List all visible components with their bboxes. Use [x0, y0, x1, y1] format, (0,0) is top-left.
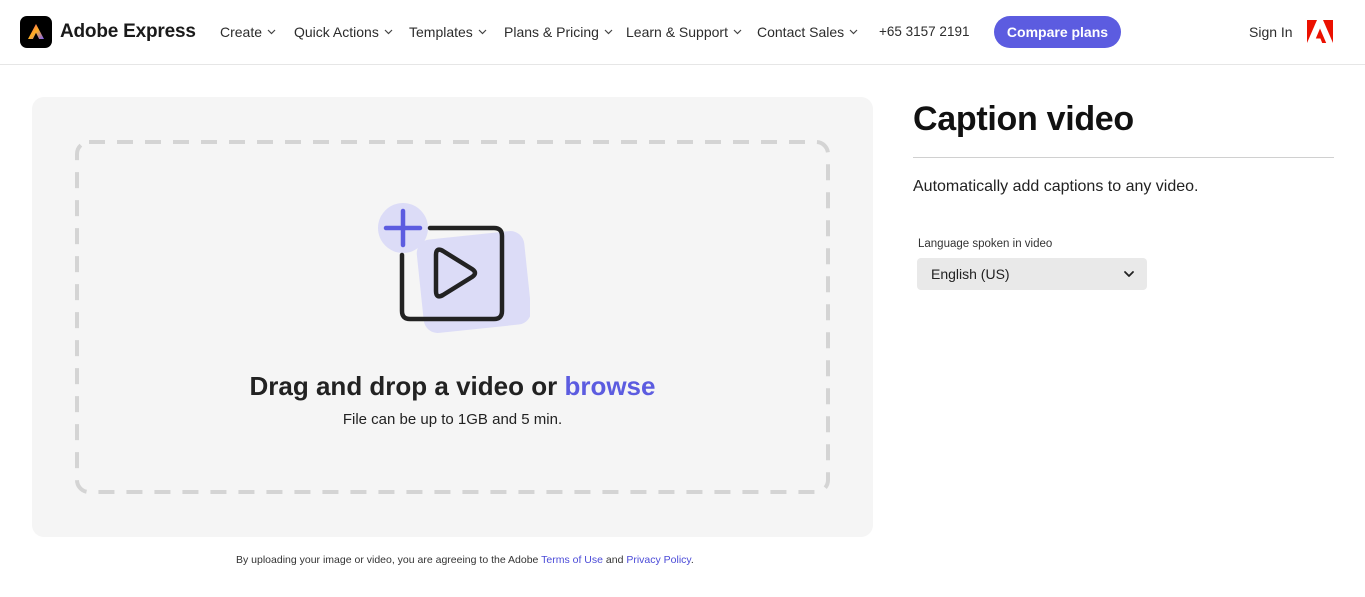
chevron-down-icon: [267, 29, 276, 35]
nav-label: Plans & Pricing: [504, 24, 599, 40]
disclaimer-text: By uploading your image or video, you ar…: [236, 554, 541, 566]
chevron-down-icon: [849, 29, 858, 35]
page-description: Automatically add captions to any video.: [913, 178, 1199, 196]
disclaimer-suffix: .: [691, 554, 694, 566]
chevron-down-icon: [384, 29, 393, 35]
nav-label: Quick Actions: [294, 24, 379, 40]
language-label: Language spoken in video: [918, 238, 1052, 250]
title-divider: [913, 157, 1334, 158]
dropzone-title-text: Drag and drop a video or: [250, 371, 565, 401]
nav-label: Templates: [409, 24, 473, 40]
nav-plans-pricing[interactable]: Plans & Pricing: [504, 24, 613, 40]
disclaimer-and: and: [603, 554, 626, 566]
nav-label: Create: [220, 24, 262, 40]
brand-home-link[interactable]: Adobe Express: [20, 16, 196, 48]
terms-of-use-link[interactable]: Terms of Use: [541, 554, 603, 566]
dropzone-title: Drag and drop a video or browse: [32, 371, 873, 402]
nav-create[interactable]: Create: [220, 24, 276, 40]
phone-number[interactable]: +65 3157 2191: [879, 24, 969, 39]
browse-link[interactable]: browse: [564, 371, 655, 401]
top-navigation-bar: Adobe Express Create Quick Actions Templ…: [0, 0, 1365, 65]
nav-contact-sales[interactable]: Contact Sales: [757, 24, 858, 40]
language-select[interactable]: English (US): [917, 258, 1147, 290]
nav-templates[interactable]: Templates: [409, 24, 487, 40]
nav-quick-actions[interactable]: Quick Actions: [294, 24, 393, 40]
upload-disclaimer: By uploading your image or video, you ar…: [236, 554, 694, 566]
language-selected-value: English (US): [931, 266, 1010, 282]
adobe-logo-icon[interactable]: [1307, 20, 1333, 48]
sign-in-link[interactable]: Sign In: [1249, 24, 1293, 40]
chevron-down-icon: [478, 29, 487, 35]
brand-name: Adobe Express: [60, 21, 196, 43]
nav-label: Learn & Support: [626, 24, 728, 40]
page-title: Caption video: [913, 100, 1134, 139]
chevron-down-icon: [604, 29, 613, 35]
compare-plans-button[interactable]: Compare plans: [994, 16, 1121, 48]
video-upload-icon: [378, 203, 530, 338]
adobe-express-logo-icon: [20, 16, 52, 48]
nav-learn-support[interactable]: Learn & Support: [626, 24, 742, 40]
nav-label: Contact Sales: [757, 24, 844, 40]
chevron-down-icon: [733, 29, 742, 35]
privacy-policy-link[interactable]: Privacy Policy: [626, 554, 691, 566]
file-limit-note: File can be up to 1GB and 5 min.: [32, 411, 873, 428]
chevron-down-icon: [1123, 268, 1135, 280]
